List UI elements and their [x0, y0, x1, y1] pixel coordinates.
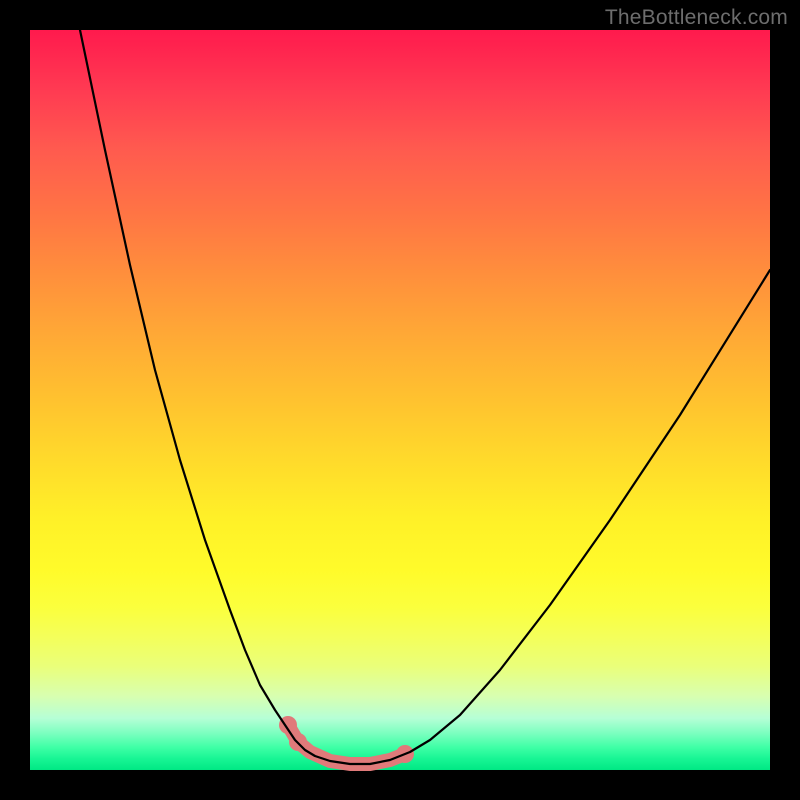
watermark-text: TheBottleneck.com [605, 6, 788, 30]
chart-svg [30, 30, 770, 770]
chart-plot-area [30, 30, 770, 770]
chart-frame: TheBottleneck.com [0, 0, 800, 800]
bottleneck-curve [80, 30, 770, 764]
